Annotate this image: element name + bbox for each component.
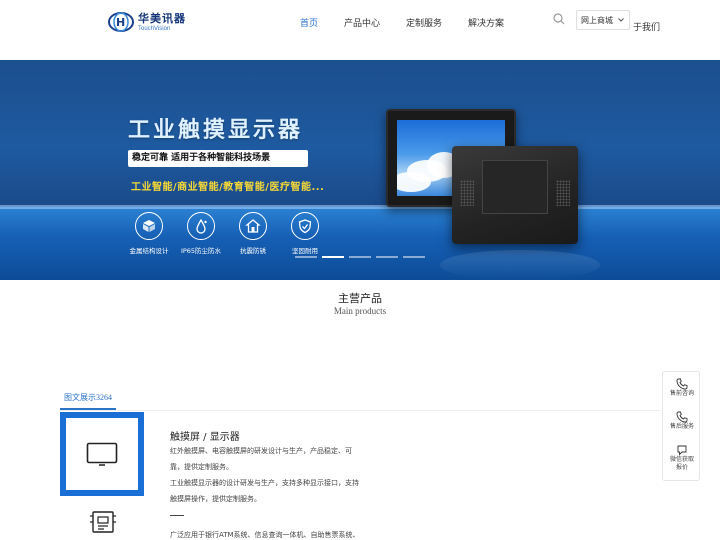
- side-wechat-label-2: 报价: [675, 464, 688, 471]
- feature-label: 坚固耐用: [292, 247, 318, 255]
- tab-gallery[interactable]: 图文展示3264: [60, 392, 116, 410]
- online-mall-label: 网上商城: [581, 15, 613, 25]
- slide-dot[interactable]: [322, 256, 344, 258]
- slide-dot[interactable]: [349, 256, 371, 258]
- slide-dot[interactable]: [403, 256, 425, 258]
- feature-durable: 坚固耐用: [279, 212, 331, 255]
- banner-band: [0, 207, 720, 280]
- tab-gallery-label: 图文展示3264: [64, 393, 112, 402]
- feature-label: 抗震防锈: [240, 247, 266, 255]
- side-wechat-label-1: 微信获取: [669, 456, 694, 463]
- nav-products[interactable]: 产品中心: [344, 18, 380, 30]
- banner-highlight: [0, 205, 720, 209]
- side-contact-panel: 售前咨询 售后服务 微信获取 报价: [662, 371, 700, 481]
- nav-about[interactable]: 于我们: [633, 20, 660, 33]
- chevron-down-icon: [618, 18, 624, 22]
- nav-solutions[interactable]: 解决方案: [468, 18, 504, 30]
- nav-custom-service[interactable]: 定制服务: [406, 18, 442, 30]
- category-mainboard[interactable]: [78, 502, 128, 540]
- side-presale-label: 售前咨询: [669, 390, 694, 397]
- product-desc-line: 靠，提供定制服务。: [170, 463, 233, 471]
- hero-banner[interactable]: 工业触摸显示器 稳定可靠 适用于各种智能科技场景 工业智能/商业智能/教育智能/…: [0, 60, 720, 280]
- feature-metal: 金属结构设计: [123, 212, 175, 255]
- phone-icon: [676, 378, 688, 390]
- house-shield-icon: [245, 219, 261, 233]
- svg-text:H: H: [116, 16, 125, 29]
- cube-icon: [143, 220, 155, 232]
- feature-label: IP65防尘防水: [180, 247, 222, 255]
- feature-ip65: IP65防尘防水: [175, 212, 227, 255]
- side-aftersale[interactable]: 售后服务: [663, 411, 701, 431]
- main-nav: 首页 产品中心 定制服务 解决方案: [300, 18, 530, 30]
- tab-divider: [60, 410, 660, 411]
- water-drop-icon: [196, 218, 207, 234]
- product-desc-line: 红外触摸屏、电容触摸屏的研发设计与生产，产品稳定、可: [170, 447, 352, 455]
- online-mall-select[interactable]: 网上商城: [576, 10, 630, 30]
- section-subtitle: Main products: [333, 306, 387, 316]
- side-wechat-quote[interactable]: 微信获取 报价: [663, 444, 701, 472]
- logo[interactable]: H 华美讯器 TouchVision: [108, 10, 204, 34]
- monitor-back-image: [452, 146, 578, 244]
- page: H 华美讯器 TouchVision 首页 产品中心 定制服务 解决方案 网上商…: [0, 0, 720, 540]
- circuit-board-icon: [90, 511, 116, 533]
- side-aftersale-label: 售后服务: [669, 423, 694, 430]
- logo-en-text: TouchVision: [138, 25, 171, 32]
- banner-reflection: [440, 250, 600, 280]
- feature-label: 金属结构设计: [129, 247, 169, 255]
- phone-icon: [676, 411, 688, 423]
- product-desc-line: 广泛应用于银行ATM系统、信息查询一体机、自助售票系统、: [170, 531, 360, 539]
- shield-icon: [298, 219, 312, 234]
- product-desc-line: 触摸屏操作，提供定制服务。: [170, 495, 261, 503]
- slide-dot[interactable]: [295, 256, 317, 258]
- feature-shockproof: 抗震防锈: [227, 212, 279, 255]
- chat-icon: [677, 445, 687, 456]
- section-title: 主营产品: [338, 292, 382, 305]
- monitor-icon: [86, 442, 118, 466]
- nav-home[interactable]: 首页: [300, 18, 318, 30]
- logo-cn-text: 华美讯器: [138, 11, 186, 25]
- product-desc-line: 工业触摸显示器的设计研发与生产，支持多种显示接口，支持: [170, 479, 359, 487]
- side-presale[interactable]: 售前咨询: [663, 378, 701, 398]
- slide-dot[interactable]: [376, 256, 398, 258]
- banner-title: 工业触摸显示器: [128, 118, 304, 143]
- category-touchscreen[interactable]: [60, 412, 144, 496]
- slide-indicators: [295, 256, 430, 258]
- search-icon[interactable]: [553, 13, 565, 25]
- banner-subtitle: 稳定可靠 适用于各种智能科技场景: [128, 150, 308, 167]
- logo-icon: H: [108, 12, 134, 32]
- product-divider: [170, 515, 184, 516]
- feature-list: 金属结构设计 IP65防尘防水 抗震防锈 坚固耐用: [123, 212, 331, 255]
- product-title[interactable]: 触摸屏 / 显示器: [170, 428, 240, 443]
- site-header: H 华美讯器 TouchVision 首页 产品中心 定制服务 解决方案 网上商…: [0, 0, 720, 60]
- banner-tags: 工业智能/商业智能/教育智能/医疗智能...: [131, 182, 325, 193]
